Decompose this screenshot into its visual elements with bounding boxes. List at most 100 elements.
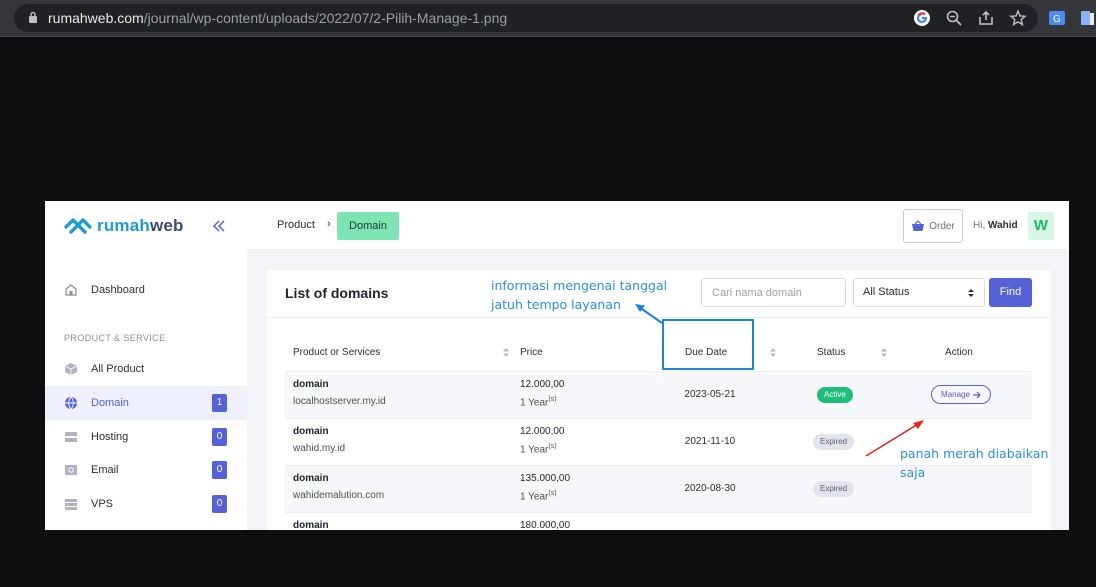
translate-icon[interactable]: G xyxy=(1048,9,1066,27)
billing-cycle: 1 Year(s) xyxy=(520,490,557,502)
count-badge: 1 xyxy=(212,394,227,412)
billing-cycle-suffix: (s) xyxy=(548,490,557,497)
avatar[interactable]: W xyxy=(1028,212,1054,240)
column-header-action: Action xyxy=(945,347,973,358)
billing-cycle-suffix: (s) xyxy=(548,396,557,403)
sidebar-item-label: All Product xyxy=(91,363,145,375)
status-badge: Active xyxy=(817,387,853,403)
breadcrumb-product[interactable]: Product xyxy=(277,219,315,231)
logo-text-web: web xyxy=(149,216,184,235)
domain-name: localhostserver.my.id xyxy=(293,396,386,407)
price: 12.000,00 xyxy=(520,379,565,390)
billing-cycle-text: 1 Year xyxy=(520,444,549,456)
breadcrumb-separator: › xyxy=(327,218,331,230)
status-select-value: All Status xyxy=(863,286,910,298)
sidebar-item-vps[interactable]: VPS 0 xyxy=(45,487,247,521)
extension-icon[interactable] xyxy=(1078,9,1096,27)
email-icon xyxy=(65,465,77,475)
service-name: domain xyxy=(293,473,329,484)
table-row: domain 180.000,00 xyxy=(285,512,1032,530)
collapse-sidebar-icon[interactable] xyxy=(211,219,227,233)
sidebar-item-label: Hosting xyxy=(91,431,129,443)
search-input[interactable] xyxy=(701,278,846,307)
sort-icon[interactable] xyxy=(503,347,509,358)
annotation-due-date-line1: informasi mengenai tanggal xyxy=(491,278,668,293)
url-host: rumahweb.com xyxy=(48,10,144,26)
annotation-red-arrow: panah merah diabaikan saja xyxy=(900,444,1048,482)
sort-icon[interactable] xyxy=(881,347,887,358)
due-date: 2023-05-21 xyxy=(684,389,736,400)
greeting: Hi, Wahid xyxy=(973,220,1018,231)
table-row: domain localhostserver.my.id 12.000,00 1… xyxy=(285,371,1032,418)
status-badge: Expired xyxy=(813,434,855,450)
sidebar-item-dashboard[interactable]: Dashboard xyxy=(45,273,247,307)
count-badge: 0 xyxy=(212,428,227,446)
google-icon[interactable] xyxy=(913,9,931,27)
greeting-prefix: Hi, xyxy=(973,220,986,231)
share-icon[interactable] xyxy=(977,9,995,27)
price: 180.000,00 xyxy=(520,520,571,530)
svg-text:G: G xyxy=(1053,14,1061,25)
select-caret-icon xyxy=(968,289,974,297)
column-header-price[interactable]: Price xyxy=(520,347,543,358)
server-icon xyxy=(65,432,77,442)
order-button[interactable]: Order xyxy=(903,209,963,243)
manage-label: Manage xyxy=(941,390,970,399)
price: 12.000,00 xyxy=(520,426,565,437)
lock-icon xyxy=(29,11,37,23)
url-path: /journal/wp-content/uploads/2022/07/2-Pi… xyxy=(143,10,508,26)
order-label: Order xyxy=(929,220,955,232)
url-text[interactable]: rumahweb.com/journal/wp-content/uploads/… xyxy=(48,10,507,26)
billing-cycle-text: 1 Year xyxy=(520,491,549,503)
due-date: 2020-08-30 xyxy=(684,483,736,494)
globe-icon xyxy=(65,396,77,410)
breadcrumb-domain: Domain xyxy=(337,212,399,240)
star-icon[interactable] xyxy=(1009,9,1027,27)
sidebar: rumahweb Dashboard PRODUCT & SERVICE All… xyxy=(45,201,247,530)
billing-cycle-text: 1 Year xyxy=(520,397,549,409)
manage-button[interactable]: Manage xyxy=(931,385,991,404)
column-header-status[interactable]: Status xyxy=(817,347,845,358)
sidebar-item-label: VPS xyxy=(91,498,114,510)
count-badge: 0 xyxy=(212,461,227,479)
sidebar-item-email[interactable]: Email 0 xyxy=(45,453,247,487)
sort-icon[interactable] xyxy=(770,347,776,358)
box-icon xyxy=(64,363,78,375)
billing-cycle-suffix: (s) xyxy=(548,443,557,450)
user-name: Wahid xyxy=(988,220,1018,231)
logo-text: rumahweb xyxy=(97,216,184,236)
domain-name: wahidemalution.com xyxy=(293,490,385,501)
count-badge: 0 xyxy=(212,495,227,513)
blue-arrow-icon xyxy=(635,304,663,324)
billing-cycle: 1 Year(s) xyxy=(520,396,557,408)
price: 135.000,00 xyxy=(520,473,571,484)
sidebar-item-domain[interactable]: Domain 1 xyxy=(45,386,247,420)
annotation-red-arrow-line2: saja xyxy=(900,465,926,480)
annotation-red-arrow-line1: panah merah diabaikan xyxy=(900,446,1049,461)
browser-toolbar: rumahweb.com/journal/wp-content/uploads/… xyxy=(0,0,1096,37)
sidebar-item-hosting[interactable]: Hosting 0 xyxy=(45,420,247,454)
service-name: domain xyxy=(293,520,329,530)
section-label: PRODUCT & SERVICE xyxy=(64,333,166,343)
card-title: List of domains xyxy=(285,285,389,301)
top-header: Product › Domain Order Hi, Wahid W xyxy=(247,201,1069,249)
arrow-right-icon xyxy=(972,391,981,398)
sidebar-item-all-product[interactable]: All Product xyxy=(45,352,247,386)
find-button[interactable]: Find xyxy=(989,278,1032,307)
column-header-product[interactable]: Product or Services xyxy=(293,347,380,358)
sidebar-item-label: Email xyxy=(91,464,119,476)
rumahweb-logo-icon xyxy=(64,218,92,234)
basket-icon xyxy=(912,220,925,231)
status-select[interactable]: All Status xyxy=(853,278,985,307)
billing-cycle: 1 Year(s) xyxy=(520,443,557,455)
service-name: domain xyxy=(293,426,329,437)
logo[interactable]: rumahweb xyxy=(63,215,184,237)
due-date: 2021-11-10 xyxy=(684,436,736,447)
sidebar-item-label: Domain xyxy=(91,397,129,409)
domain-name: wahid.my.id xyxy=(293,443,346,454)
home-icon xyxy=(65,284,77,296)
vps-icon xyxy=(65,499,77,510)
status-badge: Expired xyxy=(813,481,855,497)
zoom-icon[interactable] xyxy=(945,9,963,27)
service-name: domain xyxy=(293,379,329,390)
